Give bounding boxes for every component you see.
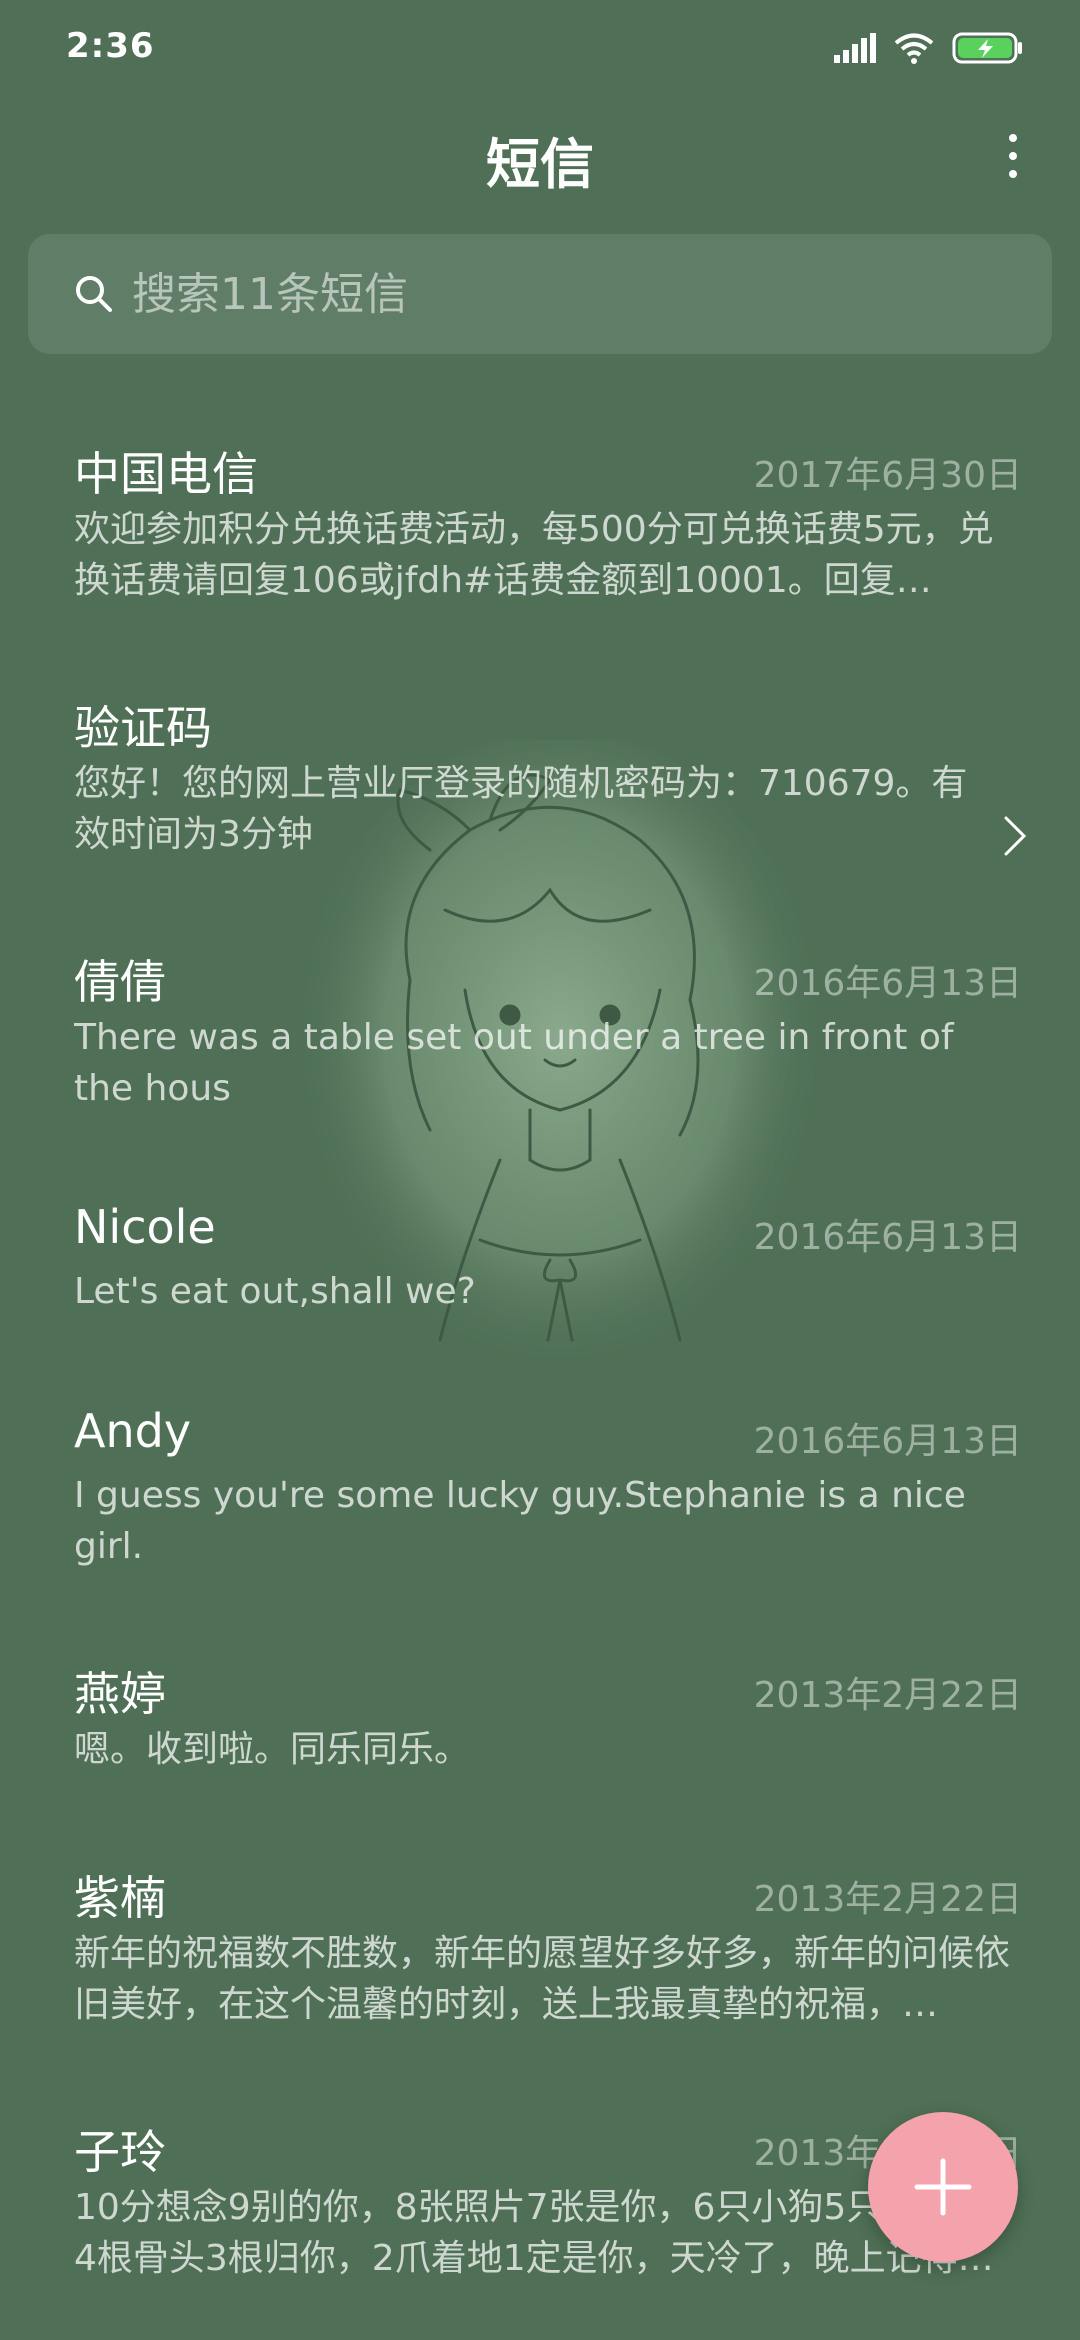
message-date: 2013年2月22日	[753, 1879, 1022, 1920]
plus-icon	[914, 2158, 972, 2216]
contact-name: Nicole	[74, 1200, 216, 1254]
message-preview: 新年的祝福数不胜数，新年的愿望好多好多，新年的问候依旧美好，在这个温馨的时刻，送…	[74, 1933, 1010, 2025]
message-date: 2016年6月13日	[753, 1217, 1022, 1258]
status-bar: 2:36	[0, 0, 1080, 96]
conversation-item[interactable]: Andy 2016年6月13日 I guess you're some luck…	[0, 1366, 1080, 1620]
message-preview: 欢迎参加积分兑换话费活动，每500分可兑换话费5元，兑换话费请回复106或jfd…	[74, 509, 994, 601]
more-options-icon[interactable]	[988, 126, 1038, 186]
conversation-item[interactable]: 紫楠 2013年2月22日 新年的祝福数不胜数，新年的愿望好多好多，新年的问候依…	[0, 1824, 1080, 2078]
wifi-icon	[894, 33, 934, 64]
title-bar: 短信	[0, 96, 1080, 216]
conversation-item[interactable]: 燕婷 2013年2月22日 嗯。收到啦。同乐同乐。	[0, 1620, 1080, 1824]
status-time: 2:36	[66, 26, 155, 66]
contact-name: 倩倩	[74, 955, 166, 1009]
contact-name: 子玲	[74, 2125, 166, 2179]
conversation-item[interactable]: 验证码 您好！您的网上营业厅登录的随机密码为：710679。有效时间为3分钟	[0, 654, 1080, 908]
conversation-item[interactable]: 倩倩 2016年6月13日 There was a table set out …	[0, 908, 1080, 1162]
page-title: 短信	[486, 133, 594, 196]
search-icon	[76, 276, 112, 312]
signal-icon	[834, 33, 876, 63]
contact-name: 验证码	[74, 701, 212, 755]
battery-charging-icon	[952, 32, 1022, 64]
more-dot	[1009, 152, 1017, 160]
message-preview: There was a table set out under a tree i…	[74, 1017, 954, 1109]
contact-name: Andy	[74, 1404, 192, 1458]
contact-name: 燕婷	[74, 1667, 166, 1721]
message-preview: 嗯。收到啦。同乐同乐。	[74, 1729, 471, 1770]
conversation-item[interactable]: Nicole 2016年6月13日 Let's eat out,shall we…	[0, 1162, 1080, 1366]
message-preview: 您好！您的网上营业厅登录的随机密码为：710679。有效时间为3分钟	[74, 763, 968, 855]
message-date: 2013年2月22日	[753, 1675, 1022, 1716]
message-date: 2016年6月13日	[753, 963, 1022, 1004]
message-date: 2016年6月13日	[753, 1421, 1022, 1462]
contact-name: 紫楠	[74, 1871, 166, 1925]
new-message-button[interactable]	[868, 2112, 1018, 2262]
message-preview: I guess you're some lucky guy.Stephanie …	[74, 1475, 966, 1567]
search-bar[interactable]	[28, 234, 1052, 354]
status-icons	[834, 28, 1024, 68]
more-dot	[1009, 134, 1017, 142]
conversation-list: 中国电信 2017年6月30日 欢迎参加积分兑换话费活动，每500分可兑换话费5…	[0, 400, 1080, 2332]
contact-name: 中国电信	[74, 447, 258, 501]
conversation-item[interactable]: 中国电信 2017年6月30日 欢迎参加积分兑换话费活动，每500分可兑换话费5…	[0, 400, 1080, 654]
more-dot	[1009, 170, 1017, 178]
chevron-right-icon[interactable]	[1000, 814, 1030, 858]
search-input[interactable]	[130, 267, 1014, 321]
message-preview: Let's eat out,shall we?	[74, 1271, 476, 1312]
message-date: 2017年6月30日	[753, 455, 1022, 496]
